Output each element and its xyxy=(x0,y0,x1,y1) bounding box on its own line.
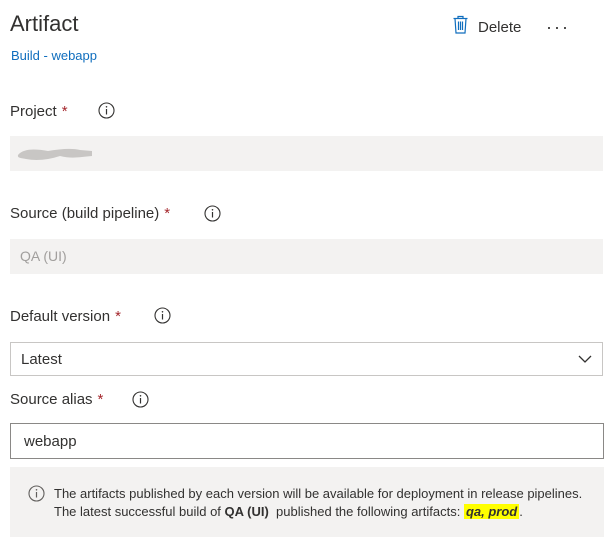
source-label: Source (build pipeline) * xyxy=(10,204,170,224)
required-marker: * xyxy=(164,205,171,222)
delete-button[interactable]: Delete xyxy=(453,14,521,40)
source-label-text: Source (build pipeline) xyxy=(10,205,160,222)
artifact-names: qa, prod xyxy=(463,504,520,519)
source-alias-label-text: Source alias xyxy=(10,391,93,408)
source-value: QA (UI) xyxy=(20,248,67,264)
project-label-text: Project xyxy=(10,103,57,120)
info-icon[interactable] xyxy=(154,307,171,324)
required-marker: * xyxy=(97,391,104,408)
line2-prefix: The latest successful build of xyxy=(54,504,225,519)
default-version-value: Latest xyxy=(21,350,62,368)
source-field[interactable]: QA (UI) xyxy=(10,239,603,274)
pipeline-name: QA (UI) xyxy=(224,504,269,519)
info-message-line-2: The latest successful build of QA (UI) p… xyxy=(54,503,582,521)
info-message-bar: The artifacts published by each version … xyxy=(10,467,604,537)
artifact-source-link[interactable]: Build - webapp xyxy=(11,47,97,65)
page-title: Artifact xyxy=(10,11,79,36)
default-version-label-text: Default version xyxy=(10,308,111,325)
default-version-label: Default version * xyxy=(10,307,121,327)
trash-icon xyxy=(453,15,468,39)
redacted-project-name xyxy=(16,147,94,161)
required-marker: * xyxy=(61,103,68,120)
line2-suffix: . xyxy=(519,504,523,519)
info-message-line-1: The artifacts published by each version … xyxy=(54,486,583,501)
delete-label: Delete xyxy=(478,18,522,36)
project-field[interactable] xyxy=(10,136,603,171)
default-version-dropdown[interactable]: Latest xyxy=(10,342,603,376)
info-icon xyxy=(28,485,45,502)
source-alias-input[interactable] xyxy=(10,423,604,459)
chevron-down-icon xyxy=(578,350,592,368)
info-icon[interactable] xyxy=(132,391,149,408)
required-marker: * xyxy=(115,308,121,325)
source-alias-label: Source alias * xyxy=(10,390,103,410)
info-icon[interactable] xyxy=(204,205,221,222)
project-label: Project * xyxy=(10,102,68,122)
more-options-button[interactable]: ··· xyxy=(545,14,571,40)
line2-middle: published the following artifacts: xyxy=(268,504,464,519)
info-icon[interactable] xyxy=(98,102,115,119)
more-icon: ··· xyxy=(546,17,570,37)
